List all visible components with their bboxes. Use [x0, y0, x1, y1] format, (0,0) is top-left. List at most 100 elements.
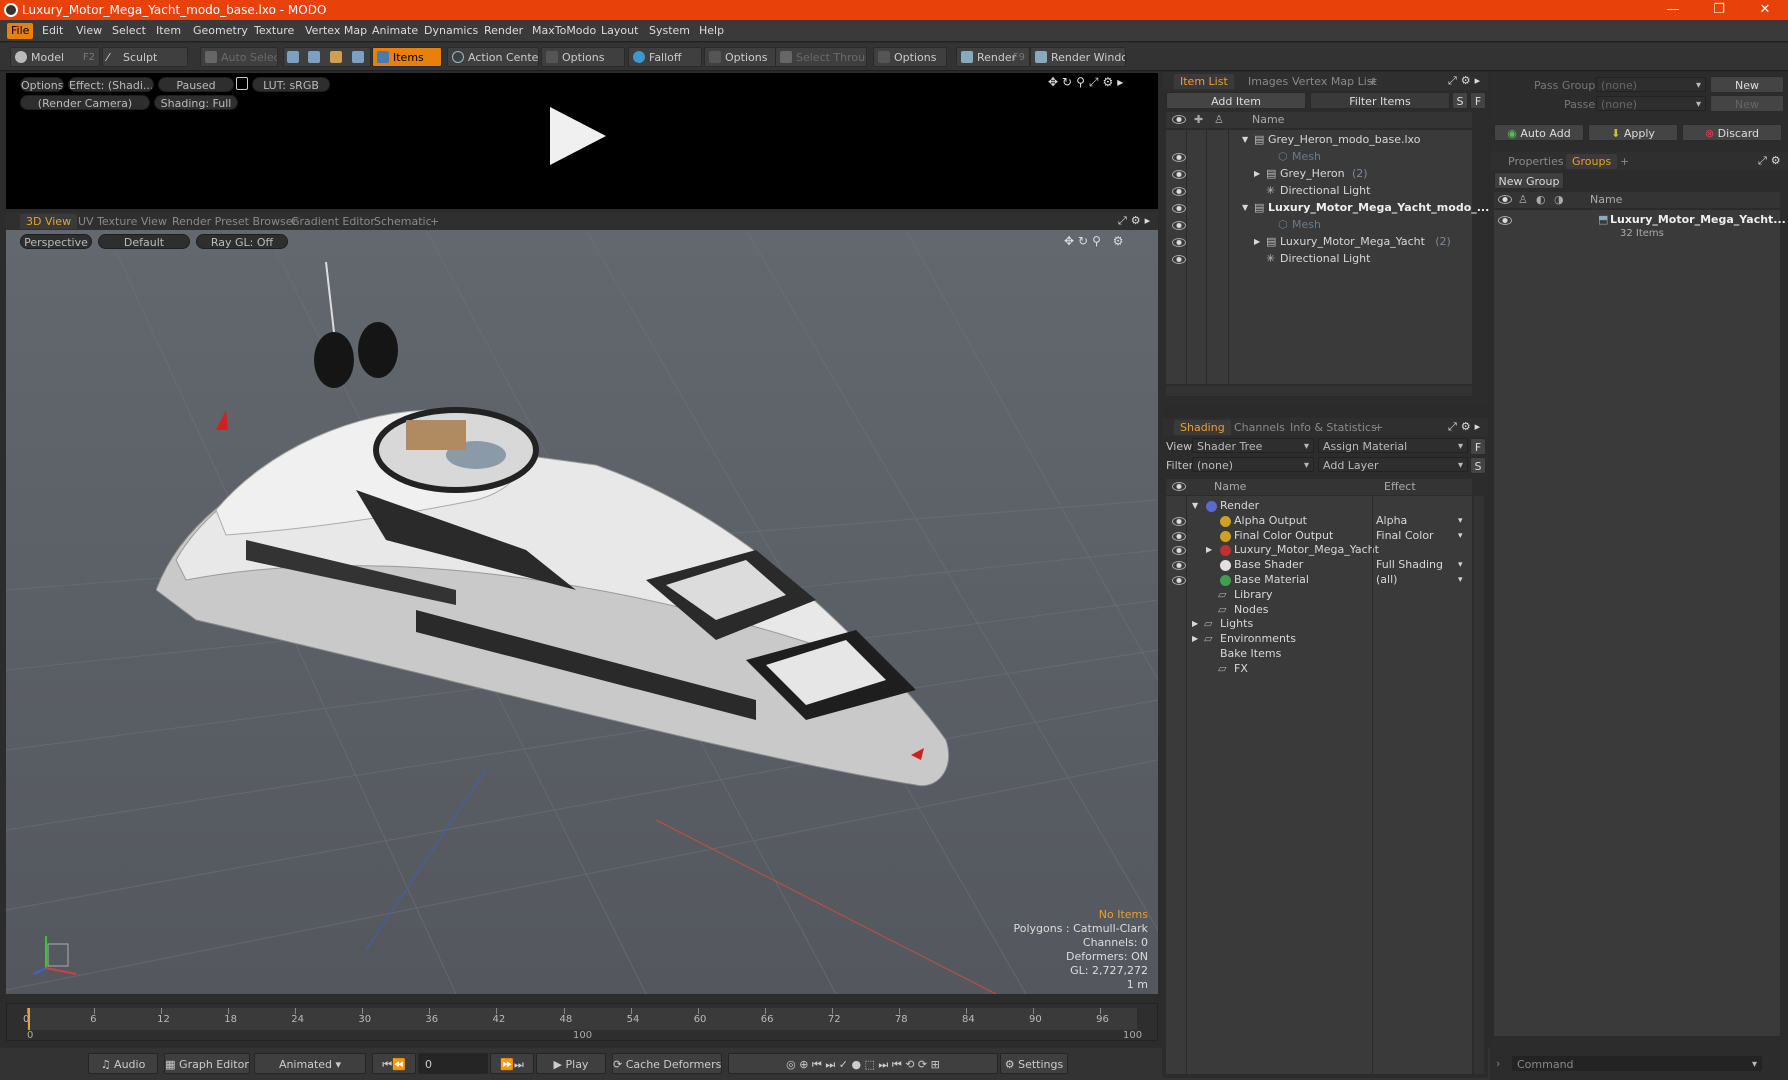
add-item-dropdown[interactable]: Add Item — [1166, 92, 1306, 109]
viewport-nav-icons[interactable]: ✥↻⚲ ⚙ — [1064, 234, 1127, 248]
visibility-eye-icon[interactable] — [1172, 561, 1186, 571]
3d-viewport[interactable]: Perspective Default Ray GL: Off ✥↻⚲ ⚙ No… — [6, 230, 1158, 994]
menu-file[interactable]: File — [7, 23, 34, 39]
tab-render-preset-browser[interactable]: Render Preset Browser — [166, 214, 303, 229]
settings-button[interactable]: ⚙ Settings — [1000, 1053, 1068, 1074]
menu-select[interactable]: Select — [108, 23, 150, 39]
vertices-mode-icon[interactable] — [287, 51, 299, 63]
materials-mode-icon[interactable] — [352, 51, 364, 63]
close-button[interactable]: ✕ — [1742, 0, 1788, 20]
group-visibility-icon[interactable] — [1498, 216, 1512, 225]
menu-view[interactable]: View — [72, 23, 106, 39]
item-list-row[interactable]: ⬡ Mesh — [1166, 217, 1472, 233]
tab-item-list[interactable]: Item List — [1174, 74, 1234, 89]
shader-tree-row[interactable]: ▶ ▱ Environments — [1166, 631, 1472, 647]
auto-select-button[interactable]: Auto Select — [200, 47, 278, 67]
apply-button[interactable]: ⬇ Apply — [1588, 124, 1678, 141]
menu-edit[interactable]: Edit — [38, 23, 67, 39]
lut-dropdown[interactable]: LUT: sRGB — [252, 77, 330, 92]
visibility-eye-icon[interactable] — [1172, 153, 1186, 162]
polygons-mode-icon[interactable] — [330, 51, 342, 63]
tab-uv-texture-view[interactable]: UV Texture View — [72, 214, 173, 229]
new-pass-button[interactable]: New — [1710, 95, 1784, 112]
model-mode-button[interactable]: Model F2 — [10, 47, 100, 67]
play-button[interactable]: ▶ Play — [536, 1053, 606, 1074]
menu-layout[interactable]: Layout — [597, 23, 642, 39]
tab-properties[interactable]: Properties — [1502, 154, 1570, 169]
select-through-options-button[interactable]: Options — [873, 47, 947, 67]
item-list-row[interactable]: ▼ ▤ Luxury_Motor_Mega_Yacht_modo_... — [1166, 200, 1489, 216]
view-dropdown[interactable]: Shader Tree — [1192, 438, 1314, 453]
render-paused-toggle[interactable]: Paused — [158, 77, 234, 92]
shader-tree-scrollbar[interactable] — [1474, 496, 1484, 1074]
menu-animate[interactable]: Animate — [368, 23, 422, 39]
shader-tree-row[interactable]: Base Material (all) ▾ — [1166, 572, 1472, 588]
menu-item[interactable]: Item — [152, 23, 185, 39]
action-center-button[interactable]: Action Center — [447, 47, 539, 67]
render-options-button[interactable]: Options — [20, 77, 64, 92]
auto-add-button[interactable]: ◉ Auto Add — [1494, 124, 1584, 141]
visibility-eye-icon[interactable] — [1172, 255, 1186, 264]
menu-maxtomodo[interactable]: MaxToModo — [528, 23, 600, 39]
shader-effect-dropdown[interactable]: (all) — [1376, 572, 1397, 588]
shader-tree-row[interactable]: Bake Items — [1166, 646, 1472, 662]
collapse-arrow-icon[interactable]: ▶ — [1206, 542, 1212, 558]
tab-gradient-editor[interactable]: Gradient Editor — [285, 214, 381, 229]
menu-geometry[interactable]: Geometry — [189, 23, 252, 39]
lock-icon[interactable] — [236, 77, 248, 90]
projection-dropdown[interactable]: Perspective — [20, 234, 92, 249]
discard-button[interactable]: ⊗ Discard — [1682, 124, 1782, 141]
shader-effect-dropdown[interactable]: Alpha — [1376, 513, 1407, 529]
item-list-row[interactable]: ✳ Directional Light — [1166, 183, 1472, 199]
graph-editor-button[interactable]: ▦ Graph Editor — [164, 1053, 250, 1074]
shader-tree-row[interactable]: ▱ Library — [1166, 587, 1472, 603]
action-center-options-button[interactable]: Options — [541, 47, 625, 67]
passes-dropdown[interactable]: (none) — [1596, 96, 1706, 111]
chevron-down-icon[interactable]: ▾ — [1458, 557, 1463, 573]
menu-system[interactable]: System — [645, 23, 694, 39]
chevron-down-icon[interactable]: ▾ — [1458, 528, 1463, 544]
collapse-arrow-icon[interactable]: ▶ — [1192, 616, 1198, 632]
shading-f-button[interactable]: F — [1470, 438, 1486, 455]
expand-arrow-icon[interactable]: ▼ — [1242, 132, 1248, 148]
add-tab-button[interactable]: + — [1614, 154, 1635, 169]
frame-step-forward-group[interactable]: ⏩⏭ — [490, 1053, 534, 1074]
collapse-arrow-icon[interactable]: ▶ — [1254, 166, 1260, 182]
visibility-eye-icon[interactable] — [1172, 531, 1186, 541]
item-list-row[interactable]: ✳ Directional Light — [1166, 251, 1472, 267]
assign-material-button[interactable]: Assign Material — [1318, 438, 1468, 453]
menu-vertex-map[interactable]: Vertex Map — [301, 23, 371, 39]
visibility-eye-icon[interactable] — [1172, 221, 1186, 230]
cache-deformers-button[interactable]: ⟳ Cache Deformers — [612, 1053, 722, 1074]
chevron-down-icon[interactable]: ▾ — [1458, 513, 1463, 529]
timeline[interactable]: 0 6 12 18 24 30 36 42 48 54 60 66 72 78 84 90 96 0 100 1… — [6, 1003, 1158, 1041]
menu-texture[interactable]: Texture — [250, 23, 298, 39]
visibility-eye-icon[interactable] — [1172, 238, 1186, 247]
shader-tree-row[interactable]: ▶ Luxury_Motor_Mega_Yacht — [1166, 542, 1472, 558]
render-shading-dropdown[interactable]: Shading: Full — [154, 95, 238, 110]
menu-render[interactable]: Render — [480, 23, 527, 39]
current-frame-field[interactable]: 0 — [418, 1053, 488, 1074]
tab-shading[interactable]: Shading — [1174, 420, 1231, 435]
panel-icons[interactable]: ⤢⚙▸ — [1448, 420, 1484, 434]
add-layer-dropdown[interactable]: Add Layer — [1318, 457, 1468, 472]
restore-button[interactable]: ❐ — [1696, 0, 1742, 20]
menu-help[interactable]: Help — [695, 23, 728, 39]
sculpt-mode-button[interactable]: ⁄ Sculpt — [102, 47, 188, 67]
new-pass-group-button[interactable]: New — [1710, 76, 1784, 93]
render-button[interactable]: Render F9 — [956, 47, 1030, 67]
add-tab-button[interactable]: + — [1368, 420, 1389, 435]
filter-dropdown[interactable]: (none) — [1192, 457, 1314, 472]
viewport-style-dropdown[interactable]: Default — [98, 234, 190, 249]
collapse-arrow-icon[interactable]: ▶ — [1254, 234, 1260, 250]
chevron-down-icon[interactable]: ▾ — [1458, 572, 1463, 588]
panel-icons[interactable]: ⤢⚙▸ — [1448, 74, 1484, 88]
expand-arrow-icon[interactable]: ▼ — [1242, 200, 1248, 216]
key-tools-group[interactable]: ◎ ⊕ ⏮ ⏭ ✓ ● ⬚ ⏭ ⏮ ⟲ ⟳ ⊞ — [728, 1053, 998, 1074]
render-nav-icons[interactable]: ✥↻⚲⤢⚙▸ — [1048, 75, 1127, 90]
shader-tree-row[interactable]: ▶ ▱ Lights — [1166, 616, 1472, 632]
visibility-eye-icon[interactable] — [1172, 516, 1186, 526]
shader-tree-row[interactable]: Alpha Output Alpha ▾ — [1166, 513, 1472, 529]
audio-button[interactable]: ♫ Audio — [88, 1053, 158, 1074]
render-effect-dropdown[interactable]: Effect: (Shadi... — [68, 77, 154, 92]
